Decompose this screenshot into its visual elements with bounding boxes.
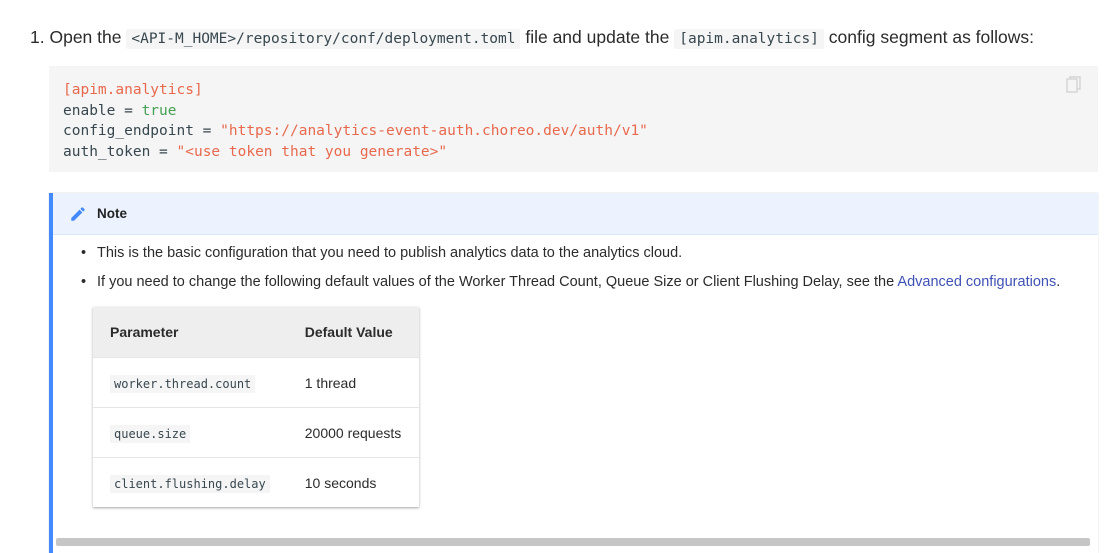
- note-bullet-defaults: If you need to change the following defa…: [81, 272, 1060, 292]
- step-text-file: file and update the: [525, 27, 670, 47]
- pencil-icon: [71, 206, 85, 221]
- param-default: 20000 requests: [287, 407, 419, 458]
- note-header: Note: [53, 193, 1098, 235]
- step-number: 1.: [30, 27, 45, 47]
- table-row: queue.size 20000 requests: [93, 407, 419, 458]
- note-bullets: This is the basic configuration that you…: [81, 243, 1060, 292]
- step-1: 1. Open the <API-M_HOME>/repository/conf…: [30, 25, 1100, 51]
- code-line-section: [apim.analytics]: [63, 82, 203, 98]
- step-text-open: Open the: [49, 27, 122, 47]
- note-bullet-basic: This is the basic configuration that you…: [81, 243, 1060, 263]
- default-values-table: Parameter Default Value worker.thread.co…: [93, 307, 419, 507]
- param-name: queue.size: [110, 424, 191, 443]
- code-block: [apim.analytics] enable = true config_en…: [49, 66, 1098, 172]
- code-line-enable: enable = true: [63, 102, 177, 119]
- note-title: Note: [97, 206, 127, 221]
- table-row: worker.thread.count 1 thread: [93, 357, 419, 408]
- copy-icon[interactable]: [1066, 76, 1082, 94]
- param-name: client.flushing.delay: [110, 474, 270, 493]
- note-admonition: Note This is the basic configuration tha…: [49, 193, 1098, 553]
- param-name: worker.thread.count: [110, 374, 256, 393]
- config-segment-name: [apim.analytics]: [674, 29, 824, 49]
- code-line-endpoint: config_endpoint = "https://analytics-eve…: [63, 123, 648, 139]
- header-parameter: Parameter: [93, 307, 288, 358]
- table-header-row: Parameter Default Value: [93, 307, 419, 358]
- horizontal-scrollbar[interactable]: [56, 538, 1090, 546]
- param-default: 10 seconds: [287, 457, 419, 507]
- code-line-token: auth_token = "<use token that you genera…: [63, 143, 448, 160]
- deployment-toml-path: <API-M_HOME>/repository/conf/deployment.…: [126, 29, 521, 49]
- step-text-end: config segment as follows:: [828, 27, 1035, 47]
- param-default: 1 thread: [287, 357, 419, 408]
- header-default-value: Default Value: [287, 307, 419, 358]
- advanced-configurations-link[interactable]: Advanced configurations: [897, 274, 1056, 290]
- table-row: client.flushing.delay 10 seconds: [93, 457, 419, 507]
